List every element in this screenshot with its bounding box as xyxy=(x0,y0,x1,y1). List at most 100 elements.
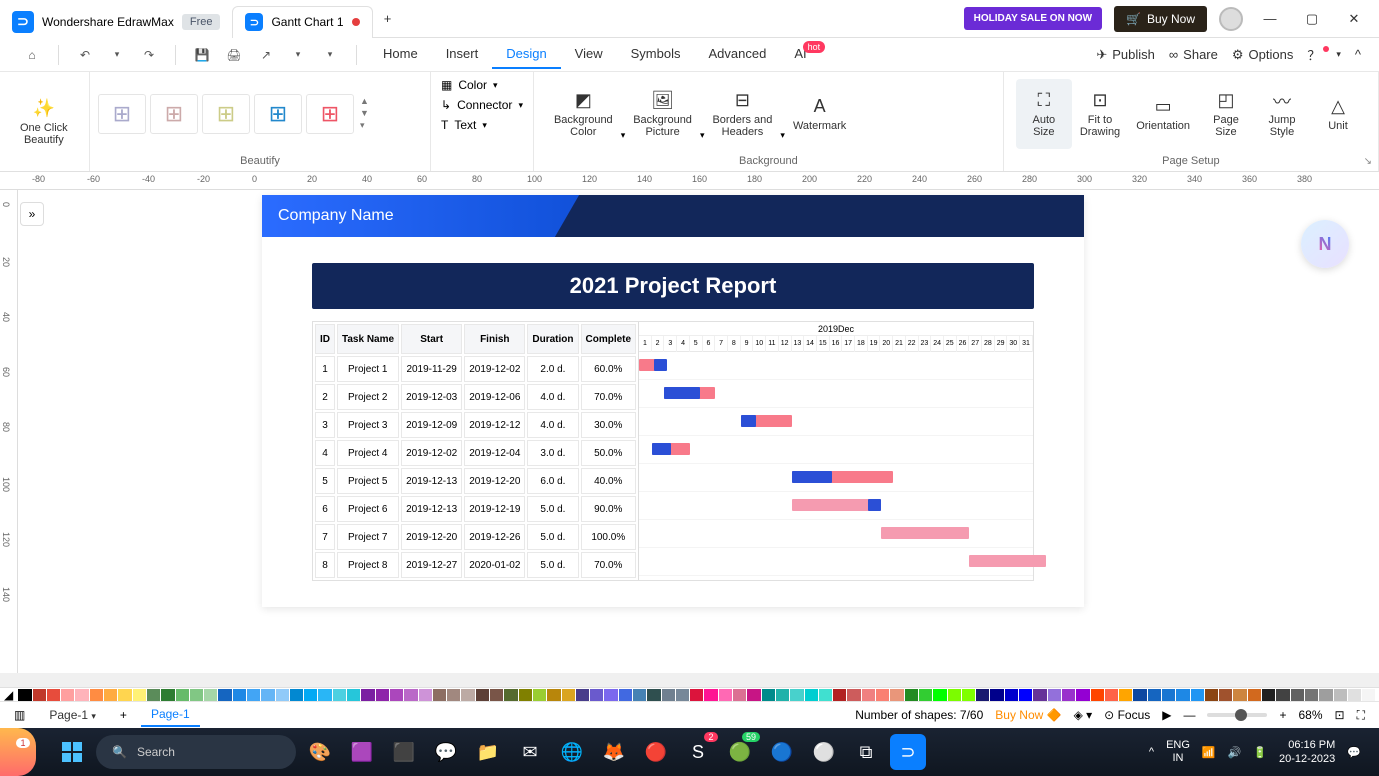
menu-view[interactable]: View xyxy=(561,40,617,69)
expand-panel-button[interactable]: » xyxy=(20,202,44,226)
palette-swatch[interactable] xyxy=(662,689,675,701)
palette-swatch[interactable] xyxy=(347,689,360,701)
palette-swatch[interactable] xyxy=(1362,689,1375,701)
connector-dropdown[interactable]: ↳Connector ▾ xyxy=(441,96,523,114)
palette-swatch[interactable] xyxy=(390,689,403,701)
palette-swatch[interactable] xyxy=(847,689,860,701)
palette-swatch[interactable] xyxy=(1162,689,1175,701)
watermark[interactable]: AWatermark xyxy=(785,79,854,149)
palette-swatch[interactable] xyxy=(819,689,832,701)
palette-swatch[interactable] xyxy=(790,689,803,701)
palette-swatch[interactable] xyxy=(1005,689,1018,701)
palette-swatch[interactable] xyxy=(1262,689,1275,701)
palette-swatch[interactable] xyxy=(333,689,346,701)
gantt-row[interactable]: 3Project 32019-12-092019-12-124.0 d.30.0… xyxy=(315,412,636,438)
palette-swatch[interactable] xyxy=(304,689,317,701)
palette-swatch[interactable] xyxy=(576,689,589,701)
palette-swatch[interactable] xyxy=(461,689,474,701)
unit[interactable]: △Unit xyxy=(1310,79,1366,149)
style-preset-2[interactable]: ⊞ xyxy=(150,94,198,134)
wifi-icon[interactable]: 📶 xyxy=(1202,746,1216,759)
taskbar-vscode[interactable]: ⧉ xyxy=(848,734,884,770)
palette-swatch[interactable] xyxy=(762,689,775,701)
palette-swatch[interactable] xyxy=(376,689,389,701)
palette-swatch[interactable] xyxy=(1133,689,1146,701)
palette-swatch[interactable] xyxy=(604,689,617,701)
background-color[interactable]: ◩Background Color xyxy=(546,79,621,149)
taskbar-edrawmax[interactable]: ⊃ xyxy=(890,734,926,770)
gantt-row[interactable]: 8Project 82019-12-272020-01-025.0 d.70.0… xyxy=(315,552,636,578)
gantt-bar[interactable] xyxy=(969,555,1045,567)
palette-swatch[interactable] xyxy=(33,689,46,701)
palette-swatch[interactable] xyxy=(290,689,303,701)
clock[interactable]: 06:16 PM 20-12-2023 xyxy=(1279,738,1335,767)
taskbar-chrome-3[interactable]: ⚪ xyxy=(806,734,842,770)
gantt-bar[interactable] xyxy=(652,443,671,455)
palette-swatch[interactable] xyxy=(519,689,532,701)
palette-swatch[interactable] xyxy=(490,689,503,701)
palette-swatch[interactable] xyxy=(1334,689,1347,701)
palette-swatch[interactable] xyxy=(176,689,189,701)
share-button[interactable]: ∞Share xyxy=(1169,47,1218,62)
layout-icon[interactable]: ▥ xyxy=(14,708,25,722)
palette-swatch[interactable] xyxy=(1048,689,1061,701)
palette-swatch[interactable] xyxy=(75,689,88,701)
gantt-row[interactable]: 2Project 22019-12-032019-12-064.0 d.70.0… xyxy=(315,384,636,410)
fullscreen-icon[interactable]: ⛶ xyxy=(1357,708,1365,723)
style-preset-4[interactable]: ⊞ xyxy=(254,94,302,134)
palette-swatch[interactable] xyxy=(776,689,789,701)
palette-swatch[interactable] xyxy=(1062,689,1075,701)
palette-swatch[interactable] xyxy=(1019,689,1032,701)
palette-swatch[interactable] xyxy=(833,689,846,701)
palette-swatch[interactable] xyxy=(61,689,74,701)
maximize-button[interactable]: ▢ xyxy=(1297,4,1327,34)
print-button[interactable]: 🖨 xyxy=(220,41,248,69)
palette-swatch[interactable] xyxy=(433,689,446,701)
undo-button[interactable]: ↶ xyxy=(71,41,99,69)
palette-swatch[interactable] xyxy=(476,689,489,701)
fit-drawing[interactable]: ⊡Fit to Drawing xyxy=(1072,79,1128,149)
palette-swatch[interactable] xyxy=(118,689,131,701)
zoom-out[interactable]: — xyxy=(1183,708,1195,722)
palette-swatch[interactable] xyxy=(590,689,603,701)
palette-swatch[interactable] xyxy=(90,689,103,701)
palette-swatch[interactable] xyxy=(1233,689,1246,701)
palette-swatch[interactable] xyxy=(276,689,289,701)
palette-swatch[interactable] xyxy=(1248,689,1261,701)
menu-advanced[interactable]: Advanced xyxy=(694,40,780,69)
palette-swatch[interactable] xyxy=(47,689,60,701)
sound-icon[interactable]: 🔊 xyxy=(1228,746,1242,759)
publish-button[interactable]: ✈Publish xyxy=(1096,47,1155,63)
eyedropper-icon[interactable]: ◢ xyxy=(4,688,13,702)
app-tab[interactable]: ⊃ Wondershare EdrawMax Free xyxy=(0,6,232,38)
taskbar-explorer[interactable]: 📁 xyxy=(470,734,506,770)
taskbar-edge[interactable]: 🌐 xyxy=(554,734,590,770)
taskbar-mail[interactable]: ✉ xyxy=(512,734,548,770)
page-dropdown[interactable]: Page-1 ▾ xyxy=(39,704,106,726)
borders-headers[interactable]: ⊟Borders and Headers xyxy=(704,79,780,149)
style-down[interactable]: ▼ xyxy=(360,108,378,118)
palette-swatch[interactable] xyxy=(1148,689,1161,701)
gantt-bar[interactable] xyxy=(881,527,970,539)
home-icon[interactable]: ⌂ xyxy=(18,41,46,69)
canvas[interactable]: » Company Name 2021 Project Report IDTas… xyxy=(18,190,1379,673)
gantt-row[interactable]: 5Project 52019-12-132019-12-206.0 d.40.0… xyxy=(315,468,636,494)
palette-swatch[interactable] xyxy=(447,689,460,701)
start-button[interactable] xyxy=(54,734,90,770)
taskbar-whatsapp[interactable]: 🟢59 xyxy=(722,734,758,770)
palette-swatch[interactable] xyxy=(1091,689,1104,701)
taskbar-search[interactable]: 🔍Search xyxy=(96,735,296,769)
style-preset-3[interactable]: ⊞ xyxy=(202,94,250,134)
taskbar-firefox[interactable]: 🦊 xyxy=(596,734,632,770)
palette-swatch[interactable] xyxy=(261,689,274,701)
minimize-button[interactable]: — xyxy=(1255,4,1285,34)
palette-swatch[interactable] xyxy=(633,689,646,701)
palette-swatch[interactable] xyxy=(1219,689,1232,701)
notifications-icon[interactable]: 💬 xyxy=(1347,746,1361,759)
gantt-row[interactable]: 1Project 12019-11-292019-12-022.0 d.60.0… xyxy=(315,356,636,382)
palette-swatch[interactable] xyxy=(504,689,517,701)
palette-swatch[interactable] xyxy=(647,689,660,701)
palette-swatch[interactable] xyxy=(233,689,246,701)
palette-swatch[interactable] xyxy=(1191,689,1204,701)
buy-now-button[interactable]: 🛒 Buy Now xyxy=(1114,6,1207,32)
